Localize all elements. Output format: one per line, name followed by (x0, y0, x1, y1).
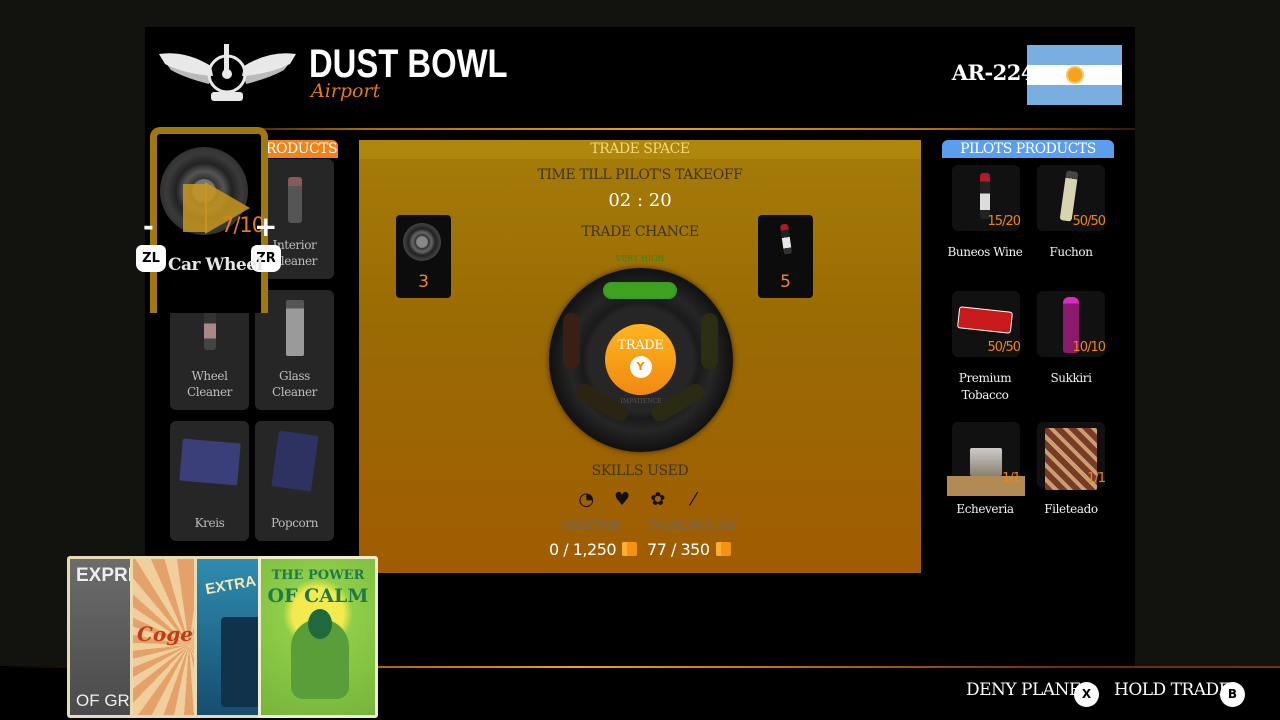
offer-quantity: 5 (780, 272, 791, 292)
header-divider (175, 128, 1135, 130)
pilot-product-name: Buneos Wine (947, 245, 1023, 259)
pilot-product-quantity: 1/1 (1002, 471, 1021, 486)
storage-labels: AIRSTRIP WAREHOUSE (561, 518, 758, 533)
timer-label: TIME TILL PILOT'S TAKEOFF (537, 167, 743, 183)
trade-space-header: TRADE SPACE (359, 140, 921, 159)
pilot-product-quantity: 50/50 (1072, 214, 1106, 229)
crate-icon (622, 542, 638, 556)
popcorn-bag-icon (270, 430, 319, 492)
pilot-product-name: Fuchon (1049, 245, 1093, 259)
airstrip-label: AIRSTRIP (561, 518, 623, 533)
crate-icon (715, 542, 731, 556)
argentina-flag-icon (1027, 45, 1122, 105)
airport-logo-icon (159, 44, 296, 101)
card-title: THE POWER (271, 568, 365, 583)
plane-id: AR-224 (951, 60, 1036, 85)
storage-values: 0 / 1,250 77 / 350 (549, 540, 741, 559)
meditating-man-head-icon (308, 609, 332, 639)
chance-segment-very-high (603, 282, 677, 299)
product-popcorn[interactable]: Popcorn (255, 421, 334, 541)
airstrip-capacity: 0 / 1,250 (549, 540, 617, 559)
deny-plane-label: DENY PLANE (966, 680, 1081, 700)
card-subtitle: OF GR (76, 691, 130, 710)
pilot-product-name: Fileteado (1044, 502, 1098, 516)
move-to-trade-icon (183, 184, 207, 232)
product-name: Kreis (194, 516, 225, 530)
chance-segment-high (701, 313, 718, 369)
trade-space-panel: TRADE SPACE TIME TILL PILOT'S TAKEOFF 02… (359, 140, 921, 573)
warehouse-capacity: 77 / 350 (647, 540, 710, 559)
pilot-product-quantity: 1/1 (1087, 471, 1106, 486)
pilot-products-header: PILOTS PRODUCTS (942, 140, 1114, 158)
trade-chance-dial: TRADE Y IMPATIENCE (549, 268, 733, 452)
impatience-label: IMPATIENCE (620, 398, 662, 405)
product-name: Popcorn (270, 516, 319, 530)
pilot-product-name: Premium Tobacco (958, 371, 1012, 402)
bottle-icon (203, 312, 216, 350)
trade-button[interactable]: TRADE Y (605, 324, 676, 395)
y-button-icon: Y (629, 356, 652, 378)
trade-chance-value: VERY HIGH (615, 254, 665, 263)
wine-bottle-icon (779, 223, 792, 255)
pilot-product-premium-tobacco[interactable]: 50/50 (952, 291, 1021, 357)
pilot-product-fuchon[interactable]: 50/50 (1037, 165, 1106, 231)
skills-used-label: SKILLS USED (591, 463, 689, 479)
warehouse-label: WAREHOUSE (648, 518, 737, 533)
tobacco-tin-icon (956, 306, 1014, 334)
pilot-product-echeveria[interactable]: 1/1 (947, 422, 1025, 496)
trade-button-label: TRADE (617, 338, 664, 353)
skills-used-list: ◔ ♥ ✿ ⁄ (359, 489, 921, 510)
x-button-icon[interactable]: X (1074, 682, 1099, 707)
pilot-product-quantity: 10/10 (1072, 340, 1106, 355)
pilot-product-buneos-wine[interactable]: 15/20 (952, 165, 1021, 231)
needle-icon: ⁄ (692, 489, 696, 510)
takeoff-timer: 02 : 20 (608, 190, 672, 211)
pilot-product-sukkiri[interactable]: 10/10 (1037, 291, 1106, 357)
decrease-quantity-button[interactable]: - (143, 212, 154, 242)
airport-subtitle: Airport (311, 80, 381, 102)
selected-product-name: Car Wheel (168, 255, 263, 275)
product-name: Wheel Cleaner (186, 369, 233, 399)
chance-segment-low (563, 313, 580, 369)
b-button-icon[interactable]: B (1220, 682, 1245, 707)
offer-quantity: 3 (418, 272, 429, 292)
zl-button-icon[interactable]: ZL (136, 245, 166, 272)
increase-quantity-button[interactable]: + (254, 210, 277, 243)
pilot-product-quantity: 50/50 (987, 340, 1021, 355)
pilot-product-name: Sukkiri (1050, 371, 1092, 385)
succulent-plant-icon (970, 448, 1002, 476)
product-name: Glass Cleaner (271, 369, 318, 399)
card-title-line2: OF CALM (267, 585, 369, 607)
hold-trade-label: HOLD TRADE (1114, 680, 1231, 700)
pilot-product-quantity: 15/20 (987, 214, 1021, 229)
lotus-icon: ✿ (650, 489, 666, 510)
cake-box-icon (178, 438, 241, 486)
heart-icon: ♥ (614, 489, 631, 510)
spray-can-icon (287, 177, 302, 223)
product-kreis[interactable]: Kreis (170, 421, 249, 541)
clock-icon: ◔ (578, 489, 595, 510)
pilot-product-name: Echeveria (956, 502, 1014, 516)
pilot-product-fileteado[interactable]: 1/1 (1037, 422, 1106, 490)
spray-can-icon (285, 300, 304, 356)
skill-card-power-of-calm[interactable]: THE POWER OF CALM (258, 556, 378, 718)
wine-bottle-icon (980, 173, 990, 219)
